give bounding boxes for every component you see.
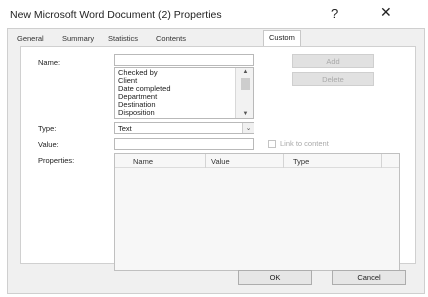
value-label: Value: bbox=[38, 140, 59, 149]
type-select-value: Text bbox=[118, 124, 132, 133]
close-icon[interactable]: ✕ bbox=[380, 5, 392, 19]
tab-contents[interactable]: Contents bbox=[156, 32, 186, 46]
scroll-up-icon[interactable]: ▲ bbox=[236, 68, 253, 76]
ok-button[interactable]: OK bbox=[238, 270, 312, 285]
column-divider[interactable] bbox=[205, 154, 206, 168]
column-divider[interactable] bbox=[381, 154, 382, 168]
delete-button[interactable]: Delete bbox=[292, 72, 374, 86]
value-input[interactable] bbox=[114, 138, 254, 150]
properties-table[interactable]: Name Value Type bbox=[114, 153, 400, 271]
tab-summary[interactable]: Summary bbox=[62, 32, 94, 46]
column-divider[interactable] bbox=[283, 154, 284, 168]
name-label: Name: bbox=[38, 58, 61, 67]
column-value-header[interactable]: Value bbox=[211, 157, 230, 166]
column-name-header[interactable]: Name bbox=[133, 157, 153, 166]
scroll-down-icon[interactable]: ▼ bbox=[236, 110, 253, 118]
table-header bbox=[115, 154, 399, 168]
name-listbox[interactable]: Checked by Client Date completed Departm… bbox=[114, 67, 254, 119]
window-title: New Microsoft Word Document (2) Properti… bbox=[10, 9, 222, 21]
type-label: Type: bbox=[38, 124, 57, 133]
properties-label: Properties: bbox=[38, 156, 75, 165]
column-type-header[interactable]: Type bbox=[293, 157, 309, 166]
type-select[interactable]: Text ⌄ bbox=[114, 122, 254, 134]
tab-general[interactable]: General bbox=[17, 32, 44, 46]
help-icon[interactable]: ? bbox=[331, 6, 338, 21]
list-item[interactable]: Disposition bbox=[118, 109, 155, 117]
tab-custom[interactable]: Custom bbox=[263, 30, 301, 47]
scroll-thumb[interactable] bbox=[241, 78, 250, 90]
chevron-down-icon[interactable]: ⌄ bbox=[242, 123, 254, 133]
name-input[interactable] bbox=[114, 54, 254, 66]
listbox-scrollbar[interactable]: ▲ ▼ bbox=[235, 68, 253, 118]
tab-statistics[interactable]: Statistics bbox=[108, 32, 138, 46]
add-button[interactable]: Add bbox=[292, 54, 374, 68]
link-to-content-label: Link to content bbox=[280, 139, 329, 148]
cancel-button[interactable]: Cancel bbox=[332, 270, 406, 285]
link-to-content-checkbox[interactable] bbox=[268, 140, 276, 148]
